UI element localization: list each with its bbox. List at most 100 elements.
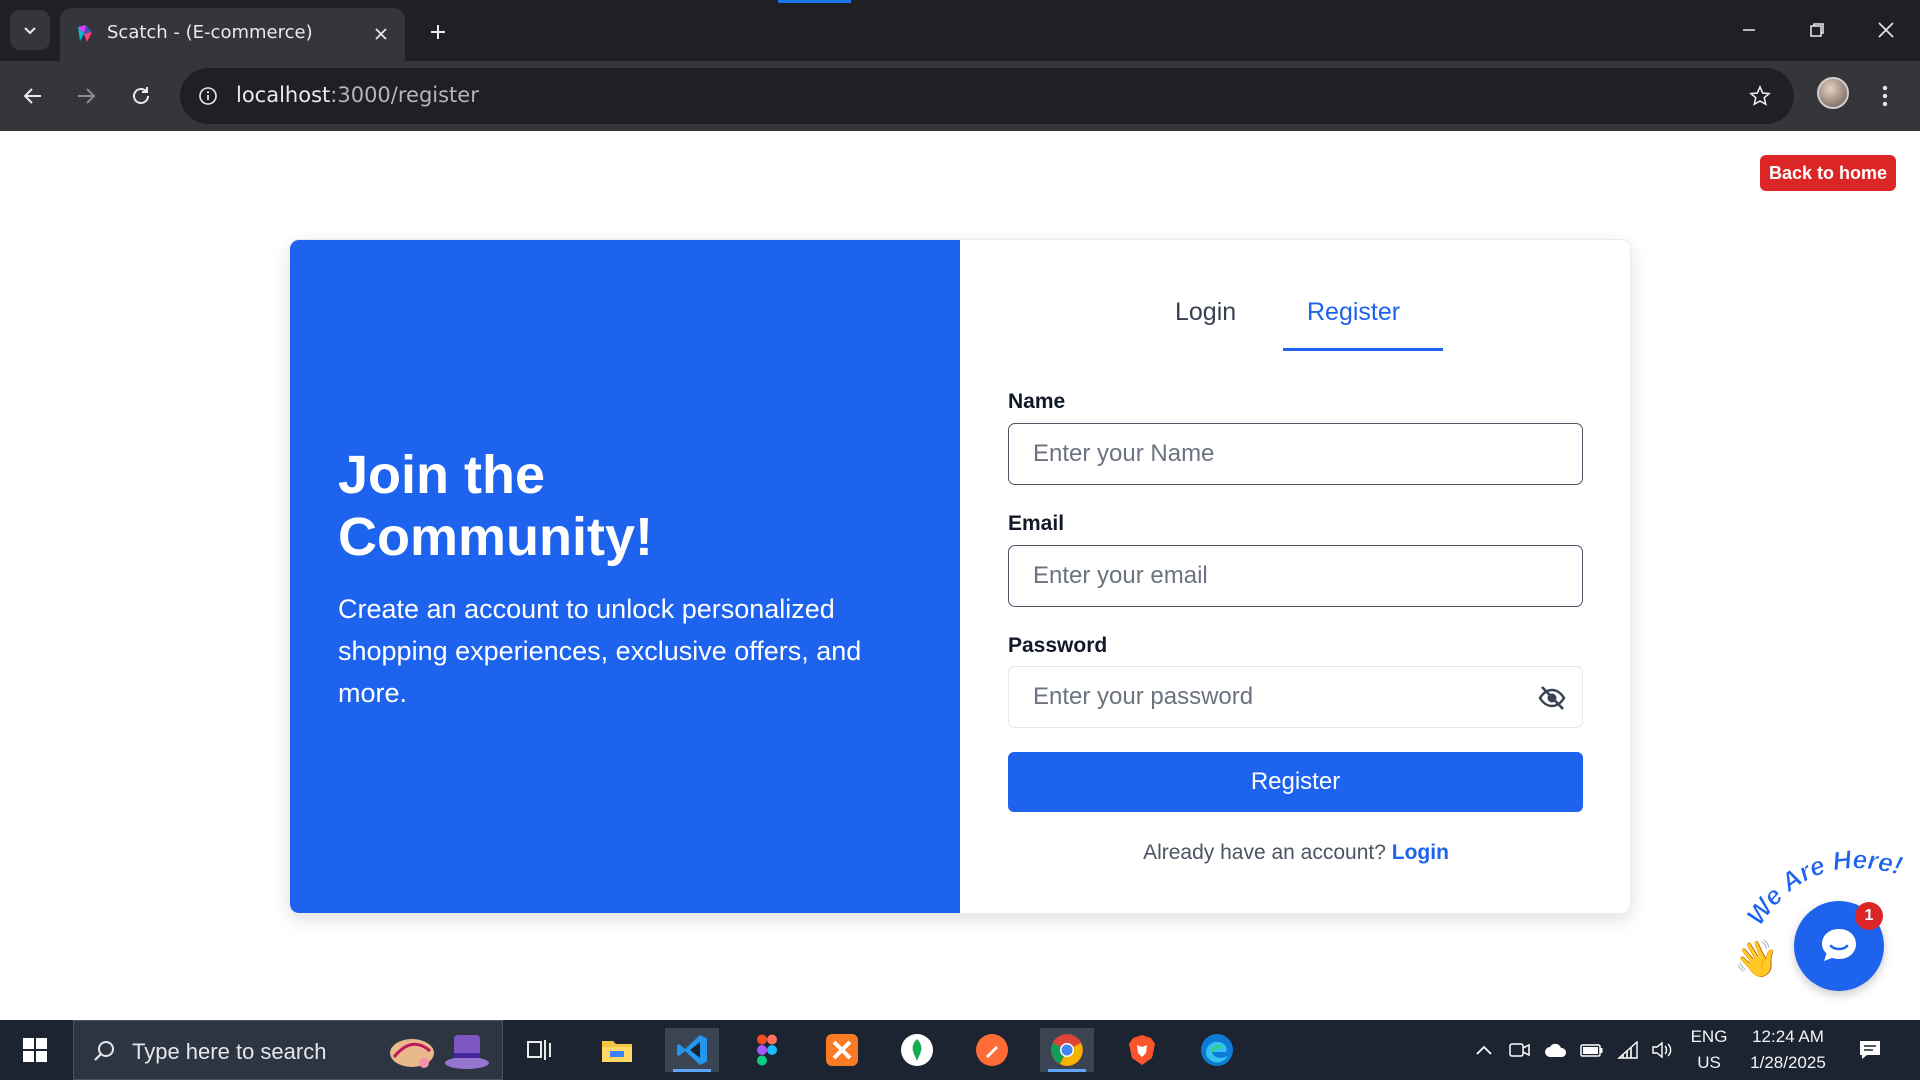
chrome-icon [1051, 1034, 1083, 1066]
restore-icon [1810, 23, 1824, 37]
notifications-button[interactable] [1858, 1038, 1882, 1062]
tab-loading-indicator [778, 0, 851, 3]
search-icon [90, 1037, 118, 1065]
waving-hand-icon: 👋 [1734, 938, 1779, 979]
close-icon [1878, 22, 1894, 38]
language-region[interactable]: US [1685, 1053, 1733, 1073]
notification-icon [1860, 1041, 1880, 1059]
reload-button[interactable] [123, 78, 159, 114]
register-card: Join the Community! Create an account to… [289, 239, 1631, 914]
hero-subtitle: Create an account to unlock personalized… [338, 594, 862, 708]
cloud-icon [1545, 1043, 1567, 1057]
email-input[interactable] [1008, 545, 1583, 607]
eye-slash-icon [1538, 686, 1566, 710]
login-prompt: Already have an account? Login [960, 841, 1630, 865]
browser-toolbar: localhost:3000/register [0, 61, 1920, 131]
edge-icon [1201, 1034, 1233, 1066]
email-label: Email [1008, 512, 1065, 535]
network-button[interactable] [1616, 1038, 1640, 1062]
chevron-down-icon [24, 27, 36, 35]
toggle-password-visibility-button[interactable] [1536, 682, 1568, 714]
battery-button[interactable] [1580, 1038, 1604, 1062]
close-icon [375, 28, 387, 40]
password-input[interactable] [1009, 667, 1529, 727]
browser-tab-strip: Scatch - (E-commerce) [0, 0, 1920, 61]
file-explorer-button[interactable] [590, 1028, 644, 1072]
chat-icon [1822, 929, 1856, 961]
register-submit-button[interactable]: Register [1008, 752, 1583, 812]
task-view-icon [527, 1040, 551, 1060]
tab-register[interactable]: Register [1307, 298, 1400, 327]
minimize-button[interactable] [1729, 12, 1769, 48]
bookmark-button[interactable] [1744, 80, 1776, 112]
hero-title: Join the Community! [338, 445, 653, 567]
more-vertical-icon [1882, 85, 1888, 107]
tab-title: Scatch - (E-commerce) [107, 22, 313, 43]
active-tab-underline [1283, 348, 1443, 351]
browser-tab[interactable]: Scatch - (E-commerce) [60, 8, 405, 61]
vscode-icon [677, 1035, 707, 1065]
postman-button[interactable] [965, 1028, 1019, 1072]
scatch-favicon-icon [78, 25, 92, 42]
address-bar[interactable]: localhost:3000/register [180, 68, 1794, 124]
taskbar-search-placeholder: Type here to search [132, 1039, 327, 1064]
tab-login[interactable]: Login [1175, 298, 1236, 327]
chevron-up-icon [1476, 1045, 1492, 1055]
video-call-icon [1509, 1043, 1530, 1057]
star-icon [1749, 85, 1771, 106]
plus-icon [431, 25, 445, 39]
active-app-indicator [673, 1069, 711, 1072]
minimize-icon [1743, 29, 1755, 31]
info-icon [199, 87, 217, 105]
windows-logo-icon [23, 1038, 47, 1062]
chat-unread-badge: 1 [1855, 902, 1883, 930]
start-button[interactable] [14, 1034, 56, 1066]
back-to-home-button[interactable]: Back to home [1760, 155, 1896, 191]
password-label: Password [1008, 634, 1108, 657]
forward-button[interactable] [68, 78, 104, 114]
task-view-button[interactable] [513, 1028, 567, 1072]
brave-button[interactable] [1115, 1028, 1169, 1072]
language-code[interactable]: ENG [1685, 1027, 1733, 1047]
onedrive-button[interactable] [1544, 1038, 1568, 1062]
brave-lion-icon [1129, 1035, 1155, 1065]
figma-button[interactable] [740, 1028, 794, 1072]
postman-icon [976, 1034, 1008, 1066]
url-text: localhost:3000/register [236, 83, 479, 107]
active-app-indicator [1048, 1069, 1086, 1072]
tab-search-button[interactable] [10, 10, 50, 50]
url-path: :3000/register [330, 83, 479, 107]
register-form: Login Register Name Email Password Regis… [960, 240, 1630, 913]
restore-button[interactable] [1797, 12, 1837, 48]
taskbar-search-box[interactable]: Type here to search [73, 1020, 503, 1080]
tab-close-button[interactable] [369, 22, 393, 46]
clock-date[interactable]: 1/28/2025 [1740, 1053, 1836, 1073]
volume-button[interactable] [1650, 1038, 1674, 1062]
wifi-icon [1617, 1041, 1638, 1059]
new-tab-button[interactable] [424, 18, 452, 46]
xampp-button[interactable] [815, 1028, 869, 1072]
site-info-button[interactable] [192, 80, 224, 112]
close-window-button[interactable] [1866, 12, 1906, 48]
arrow-left-icon [23, 88, 41, 104]
reload-icon [133, 87, 149, 104]
name-label: Name [1008, 390, 1066, 413]
mongodb-leaf-icon [901, 1034, 933, 1066]
show-hidden-icons-button[interactable] [1472, 1038, 1496, 1062]
vscode-button[interactable] [665, 1028, 719, 1072]
speaker-icon [1652, 1041, 1672, 1059]
chrome-button[interactable] [1040, 1028, 1094, 1072]
mongodb-compass-button[interactable] [890, 1028, 944, 1072]
login-link[interactable]: Login [1392, 841, 1449, 864]
meet-now-button[interactable] [1508, 1038, 1532, 1062]
back-button[interactable] [15, 78, 51, 114]
browser-menu-button[interactable] [1870, 78, 1900, 114]
profile-avatar[interactable] [1817, 77, 1849, 109]
folder-icon [602, 1041, 632, 1062]
search-highlight-illustration [390, 1035, 489, 1069]
xampp-icon [826, 1034, 858, 1066]
edge-button[interactable] [1190, 1028, 1244, 1072]
have-account-text: Already have an account? [1143, 841, 1386, 864]
clock-time[interactable]: 12:24 AM [1740, 1027, 1836, 1047]
name-input[interactable] [1008, 423, 1583, 485]
